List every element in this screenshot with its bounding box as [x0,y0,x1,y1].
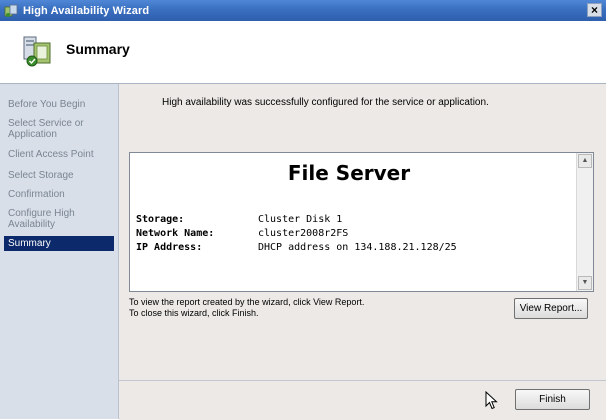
summary-report-box: File Server Storage: Cluster Disk 1 Netw… [129,152,594,292]
close-button[interactable]: × [587,3,602,17]
network-name-label: Network Name: [136,228,215,239]
view-report-hint: To view the report created by the wizard… [129,297,365,307]
window-title: High Availability Wizard [23,4,150,17]
nav-step-select-storage: Select Storage [8,170,74,181]
wizard-footer: Finish [119,380,606,420]
nav-step-summary: Summary [4,236,114,251]
finish-button[interactable]: Finish [515,389,590,410]
report-title: File Server [287,161,411,185]
wizard-header: Summary [0,21,606,84]
nav-step-client-access-point: Client Access Point [8,149,94,160]
storage-value: Cluster Disk 1 [258,214,343,225]
view-report-button[interactable]: View Report... [514,298,588,319]
ip-address-value: DHCP address on 134.188.21.128/25 [258,242,457,253]
status-message: High availability was successfully confi… [162,97,489,108]
summary-wizard-icon [20,33,56,69]
storage-label: Storage: [136,214,185,225]
mouse-pointer-icon [485,390,499,411]
nav-step-before-you-begin: Before You Begin [8,99,86,110]
nav-step-configure-high-availability: Configure High Availability [8,208,75,230]
cluster-app-icon [4,4,18,18]
wizard-content: High availability was successfully confi… [119,84,606,380]
nav-step-select-service: Select Service or Application [8,118,84,140]
scroll-down-arrow-icon[interactable]: ▼ [578,276,592,290]
finish-hint: To close this wizard, click Finish. [129,308,259,318]
network-name-value: cluster2008r2FS [258,228,349,239]
nav-step-confirmation: Confirmation [8,189,65,200]
ip-address-label: IP Address: [136,242,203,253]
title-bar[interactable]: High Availability Wizard × [0,0,606,21]
wizard-step-navigation: Before You Begin Select Service or Appli… [0,84,119,419]
report-scrollbar[interactable]: ▲ ▼ [576,153,593,291]
scroll-up-arrow-icon[interactable]: ▲ [578,154,592,168]
page-title: Summary [66,41,130,57]
